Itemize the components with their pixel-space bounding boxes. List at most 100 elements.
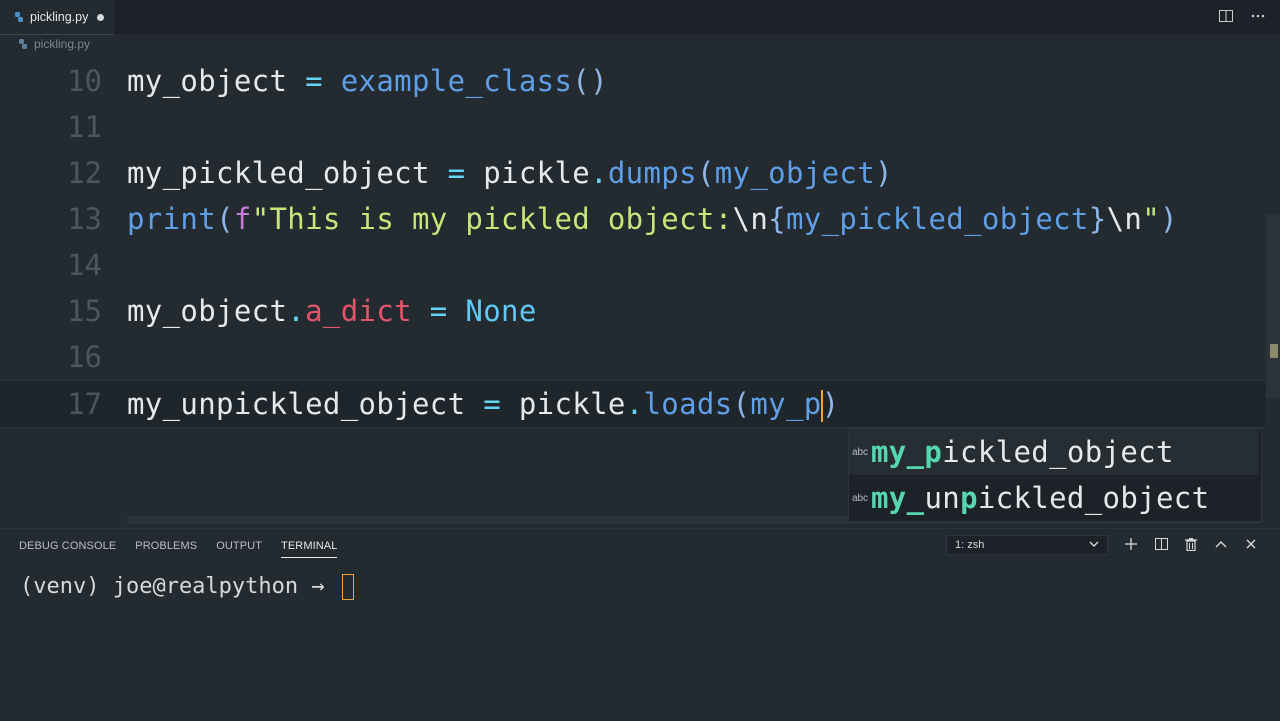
- code-token: my_p: [750, 386, 822, 421]
- suggestion-match: my_: [871, 481, 925, 515]
- suggestion-item[interactable]: abc my_unpickled_object: [849, 475, 1259, 521]
- suggestion-item[interactable]: abc my_pickled_object: [849, 429, 1259, 475]
- code-token: =: [483, 386, 502, 421]
- code-token: pickle: [483, 156, 591, 190]
- code-line[interactable]: 14: [0, 242, 1266, 288]
- autocomplete-widget: abc my_pickled_object abc my_unpickled_obje…: [848, 428, 1262, 522]
- text-kind-icon: abc: [851, 492, 869, 504]
- tab-terminal[interactable]: TERMINAL: [281, 539, 338, 558]
- scrollbar-cursor-marker: [1270, 344, 1278, 358]
- code-token: print: [127, 202, 217, 236]
- code-token: \n: [1106, 202, 1143, 236]
- prompt-text: (venv) joe@realpython →: [20, 574, 338, 599]
- tab-debug-console[interactable]: DEBUG CONSOLE: [19, 539, 116, 557]
- code-token: (: [696, 156, 715, 190]
- suggestion-rest: un: [924, 481, 961, 515]
- code-token: f: [233, 202, 252, 236]
- code-token: =: [447, 156, 466, 190]
- code-line[interactable]: 15 my_object.a_dict = None: [0, 288, 1266, 334]
- code-token: example_class: [340, 64, 573, 98]
- close-panel-icon[interactable]: [1242, 535, 1260, 553]
- terminal-cursor: [341, 574, 354, 600]
- more-actions-icon[interactable]: [1250, 8, 1266, 24]
- code-line[interactable]: 12 my_pickled_object = pickle.dumps(my_ob…: [0, 150, 1266, 196]
- tab-pickling-py[interactable]: pickling.py: [0, 0, 114, 35]
- line-number: 13: [67, 202, 102, 236]
- suggestion-rest: ickled_object: [942, 435, 1174, 469]
- maximize-panel-icon[interactable]: [1212, 535, 1230, 553]
- trash-icon[interactable]: [1182, 535, 1200, 553]
- code-token: ): [1160, 202, 1178, 236]
- code-line[interactable]: 16: [0, 334, 1266, 380]
- breadcrumb[interactable]: pickling.py: [18, 36, 90, 52]
- text-kind-icon: abc: [851, 446, 869, 458]
- code-token: }: [1088, 202, 1107, 236]
- new-terminal-icon[interactable]: [1122, 535, 1140, 553]
- terminal-select-value: 1: zsh: [955, 539, 985, 551]
- code-line[interactable]: 10 my_object = example_class(): [0, 58, 1266, 104]
- code-token: .: [590, 156, 608, 190]
- split-editor-icon[interactable]: [1218, 8, 1234, 24]
- code-text: my_object = example_class(): [127, 64, 608, 98]
- line-number: 15: [67, 294, 102, 328]
- suggestion-label: my_unpickled_object: [871, 481, 1209, 515]
- code-token: pickle: [518, 386, 626, 421]
- code-token: .: [287, 294, 306, 328]
- code-text: my_unpickled_object = pickle.loads(my_p): [127, 387, 839, 422]
- code-text: my_pickled_object = pickle.dumps(my_obje…: [127, 156, 893, 190]
- suggestion-match: my_p: [871, 435, 943, 469]
- line-number: 16: [67, 340, 102, 374]
- code-line[interactable]: 11: [0, 104, 1266, 150]
- code-token: ": [1142, 202, 1160, 236]
- code-token: "This is my pickled object:: [251, 202, 733, 236]
- code-token: my_object: [714, 156, 876, 190]
- code-token: =: [305, 64, 323, 98]
- unsaved-dot-icon[interactable]: [97, 13, 105, 21]
- vertical-scrollbar[interactable]: [1266, 214, 1280, 398]
- line-number: 14: [67, 248, 102, 282]
- code-line[interactable]: 17 my_unpickled_object = pickle.loads(my_…: [0, 380, 1266, 428]
- code-text: print(f"This is my pickled object:\n{my_…: [127, 202, 1178, 236]
- line-number: 10: [67, 64, 102, 98]
- code-token: .: [625, 386, 644, 421]
- code-token: a_dict: [305, 294, 412, 328]
- terminal-select[interactable]: 1: zsh: [946, 535, 1108, 555]
- code-token: my_object: [127, 294, 288, 328]
- code-token: my_pickled_object: [127, 156, 430, 190]
- code-token: loads: [643, 386, 733, 421]
- bottom-panel: DEBUG CONSOLE PROBLEMS OUTPUT TERMINAL 1: z…: [0, 528, 1280, 721]
- code-token: ): [821, 386, 840, 421]
- split-terminal-icon[interactable]: [1152, 535, 1170, 553]
- code-token: None: [465, 294, 537, 328]
- tab-output[interactable]: OUTPUT: [216, 539, 262, 557]
- editor-tab-bar: pickling.py: [0, 0, 1280, 35]
- code-token: =: [429, 294, 448, 328]
- code-token: (: [732, 386, 751, 421]
- line-number: 11: [67, 110, 102, 144]
- code-token: my_pickled_object: [785, 202, 1089, 236]
- tab-problems[interactable]: PROBLEMS: [135, 539, 197, 557]
- code-token: (): [572, 64, 608, 98]
- line-number: 12: [67, 156, 102, 190]
- terminal-prompt[interactable]: (venv) joe@realpython →: [20, 574, 354, 600]
- code-token: \n: [732, 202, 769, 236]
- code-token: dumps: [607, 156, 697, 190]
- suggestion-label: my_pickled_object: [871, 435, 1174, 469]
- code-token: my_unpickled_object: [127, 386, 466, 421]
- code-token: (: [216, 202, 234, 236]
- python-file-icon: [15, 12, 23, 22]
- chevron-down-icon: [1089, 541, 1099, 547]
- suggestion-rest: ickled_object: [977, 481, 1210, 515]
- code-token: {: [768, 202, 786, 236]
- tab-label: pickling.py: [30, 10, 89, 24]
- code-token: my_object: [127, 64, 288, 98]
- code-line[interactable]: 13 print(f"This is my pickled object:\n{m…: [0, 196, 1266, 242]
